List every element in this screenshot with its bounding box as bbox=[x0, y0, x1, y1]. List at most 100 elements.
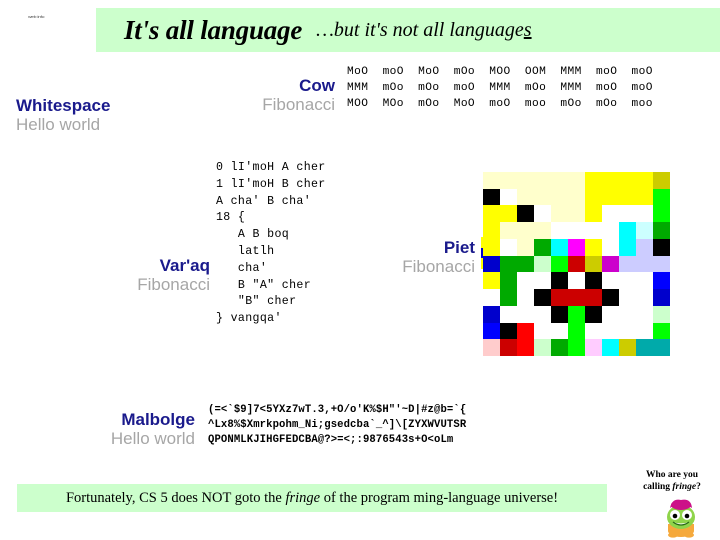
piet-cell-6-7 bbox=[602, 272, 619, 290]
bottom-text-pre: Fortunately, CS 5 does NOT goto the bbox=[65, 489, 286, 506]
piet-cell-0-9 bbox=[636, 172, 653, 189]
piet-cell-6-6 bbox=[585, 272, 602, 290]
piet-cell-4-7 bbox=[602, 238, 619, 256]
piet-cell-4-10 bbox=[653, 238, 670, 256]
piet-cell-7-1 bbox=[500, 289, 517, 306]
language-label-piet: Piet Fibonacci bbox=[350, 238, 475, 276]
piet-cell-0-5 bbox=[568, 172, 585, 189]
piet-cell-7-3 bbox=[534, 289, 551, 306]
code-block-varaq: 0 lI'moH A cher 1 lI'moH B cher A cha' B… bbox=[216, 161, 326, 326]
piet-cell-3-4 bbox=[551, 222, 568, 239]
mascot-caption-line1: Who are you bbox=[645, 470, 699, 480]
piet-cell-9-1 bbox=[500, 322, 517, 340]
bottom-text-emphasis: fringe bbox=[285, 489, 321, 506]
mascot-caption-emphasis: fringe bbox=[672, 481, 697, 492]
piet-cell-5-1 bbox=[500, 255, 517, 273]
piet-cell-3-1 bbox=[500, 222, 517, 239]
piet-cell-10-6 bbox=[585, 339, 602, 356]
piet-cell-4-0 bbox=[483, 238, 500, 256]
piet-cell-2-9 bbox=[636, 205, 653, 223]
language-program: Fibonacci bbox=[402, 257, 475, 276]
piet-cell-10-9 bbox=[636, 339, 653, 356]
piet-cell-6-9 bbox=[636, 272, 653, 290]
piet-cell-10-0 bbox=[483, 339, 500, 356]
language-name: Piet bbox=[443, 238, 475, 257]
piet-cell-1-5 bbox=[568, 188, 585, 206]
piet-cell-1-4 bbox=[551, 188, 568, 206]
piet-cell-9-10 bbox=[653, 322, 670, 340]
piet-cell-3-3 bbox=[534, 222, 551, 239]
piet-cell-6-8 bbox=[619, 272, 636, 290]
piet-cell-10-8 bbox=[619, 339, 636, 356]
piet-cell-1-2 bbox=[517, 188, 534, 206]
mascot-caption-pre: calling bbox=[643, 481, 673, 492]
language-label-whitespace: Whitespace Hello world bbox=[16, 96, 110, 134]
mascot-fringe-icon bbox=[667, 499, 695, 538]
piet-cell-0-0 bbox=[483, 172, 500, 189]
language-name: Malbolge bbox=[121, 410, 195, 429]
piet-cell-6-5 bbox=[568, 272, 585, 290]
piet-cell-4-5 bbox=[568, 238, 585, 256]
piet-cell-7-0 bbox=[483, 289, 500, 306]
piet-cell-2-11 bbox=[670, 205, 687, 223]
piet-cell-9-2 bbox=[517, 322, 534, 340]
piet-cell-7-2 bbox=[517, 289, 534, 306]
piet-cell-8-6 bbox=[585, 305, 602, 323]
language-program: Hello world bbox=[16, 115, 101, 134]
piet-cell-1-0 bbox=[483, 188, 500, 206]
piet-cell-2-1 bbox=[500, 205, 517, 223]
subtitle-underlined-letter: s bbox=[523, 18, 532, 41]
piet-cell-0-4 bbox=[551, 172, 568, 189]
piet-cell-6-4 bbox=[551, 272, 568, 290]
page-title: It's all language bbox=[124, 14, 303, 45]
piet-cell-5-8 bbox=[619, 255, 636, 273]
piet-cell-2-10 bbox=[653, 205, 670, 223]
piet-cell-5-7 bbox=[602, 255, 619, 273]
piet-cell-6-0 bbox=[483, 272, 500, 290]
piet-cell-4-11 bbox=[670, 238, 687, 256]
piet-cell-8-4 bbox=[551, 305, 568, 323]
piet-cell-8-3 bbox=[534, 305, 551, 323]
piet-cell-3-11 bbox=[670, 222, 687, 239]
piet-cell-0-7 bbox=[602, 172, 619, 189]
piet-cell-5-0 bbox=[483, 255, 500, 273]
bottom-banner: Fortunately, CS 5 does NOT goto the frin… bbox=[17, 484, 607, 512]
piet-cell-2-7 bbox=[602, 205, 619, 223]
piet-cell-6-1 bbox=[500, 272, 517, 290]
piet-cell-5-11 bbox=[670, 255, 687, 273]
piet-cell-1-6 bbox=[585, 188, 602, 206]
piet-cell-1-8 bbox=[619, 188, 636, 206]
piet-cell-0-10 bbox=[653, 172, 670, 189]
language-label-varaq: Var'aq Fibonacci bbox=[40, 256, 210, 294]
piet-cell-7-4 bbox=[551, 289, 568, 306]
piet-cell-2-8 bbox=[619, 205, 636, 223]
piet-cell-9-9 bbox=[636, 322, 653, 340]
piet-cell-1-3 bbox=[534, 188, 551, 206]
piet-cell-0-2 bbox=[517, 172, 534, 189]
language-program: Hello world bbox=[110, 429, 195, 448]
piet-cell-9-5 bbox=[568, 322, 585, 340]
piet-cell-10-5 bbox=[568, 339, 585, 356]
piet-cell-9-4 bbox=[551, 322, 568, 340]
piet-cell-3-5 bbox=[568, 222, 585, 239]
piet-cell-0-11 bbox=[670, 172, 687, 189]
piet-cell-4-8 bbox=[619, 238, 636, 256]
piet-cell-3-10 bbox=[653, 222, 670, 239]
piet-cell-2-5 bbox=[568, 205, 585, 223]
piet-cell-8-10 bbox=[653, 305, 670, 323]
piet-cell-4-6 bbox=[585, 238, 602, 256]
piet-cell-5-6 bbox=[585, 255, 602, 273]
language-label-malbolge: Malbolge Hello world bbox=[40, 410, 195, 448]
language-name: Whitespace bbox=[16, 96, 111, 115]
title-banner: It's all language …but it's not all lang… bbox=[96, 8, 720, 52]
corner-watermark: web info bbox=[28, 14, 45, 20]
piet-cell-3-8 bbox=[619, 222, 636, 239]
language-name: Var'aq bbox=[159, 256, 210, 275]
piet-cell-0-1 bbox=[500, 172, 517, 189]
bottom-banner-text: Fortunately, CS 5 does NOT goto the frin… bbox=[66, 490, 558, 507]
piet-cell-3-6 bbox=[585, 222, 602, 239]
piet-cell-1-9 bbox=[636, 188, 653, 206]
piet-cell-10-10 bbox=[653, 339, 670, 356]
piet-cell-7-9 bbox=[636, 289, 653, 306]
piet-cell-7-8 bbox=[619, 289, 636, 306]
